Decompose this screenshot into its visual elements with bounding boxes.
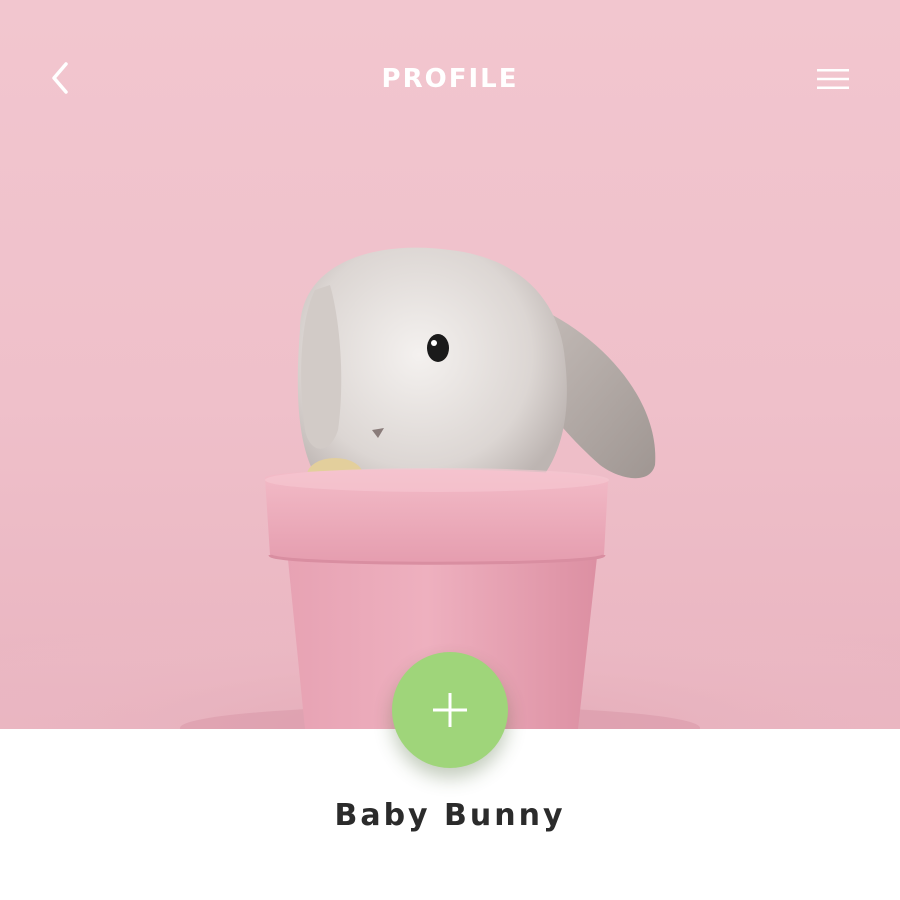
hamburger-menu-icon — [817, 69, 849, 89]
profile-name: Baby Bunny — [334, 798, 566, 833]
plus-icon — [433, 693, 467, 727]
add-button[interactable] — [392, 652, 508, 768]
menu-button[interactable] — [812, 60, 854, 98]
profile-hero: PROFILE — [0, 0, 900, 729]
page-title: PROFILE — [381, 64, 519, 94]
top-bar: PROFILE — [0, 0, 900, 160]
